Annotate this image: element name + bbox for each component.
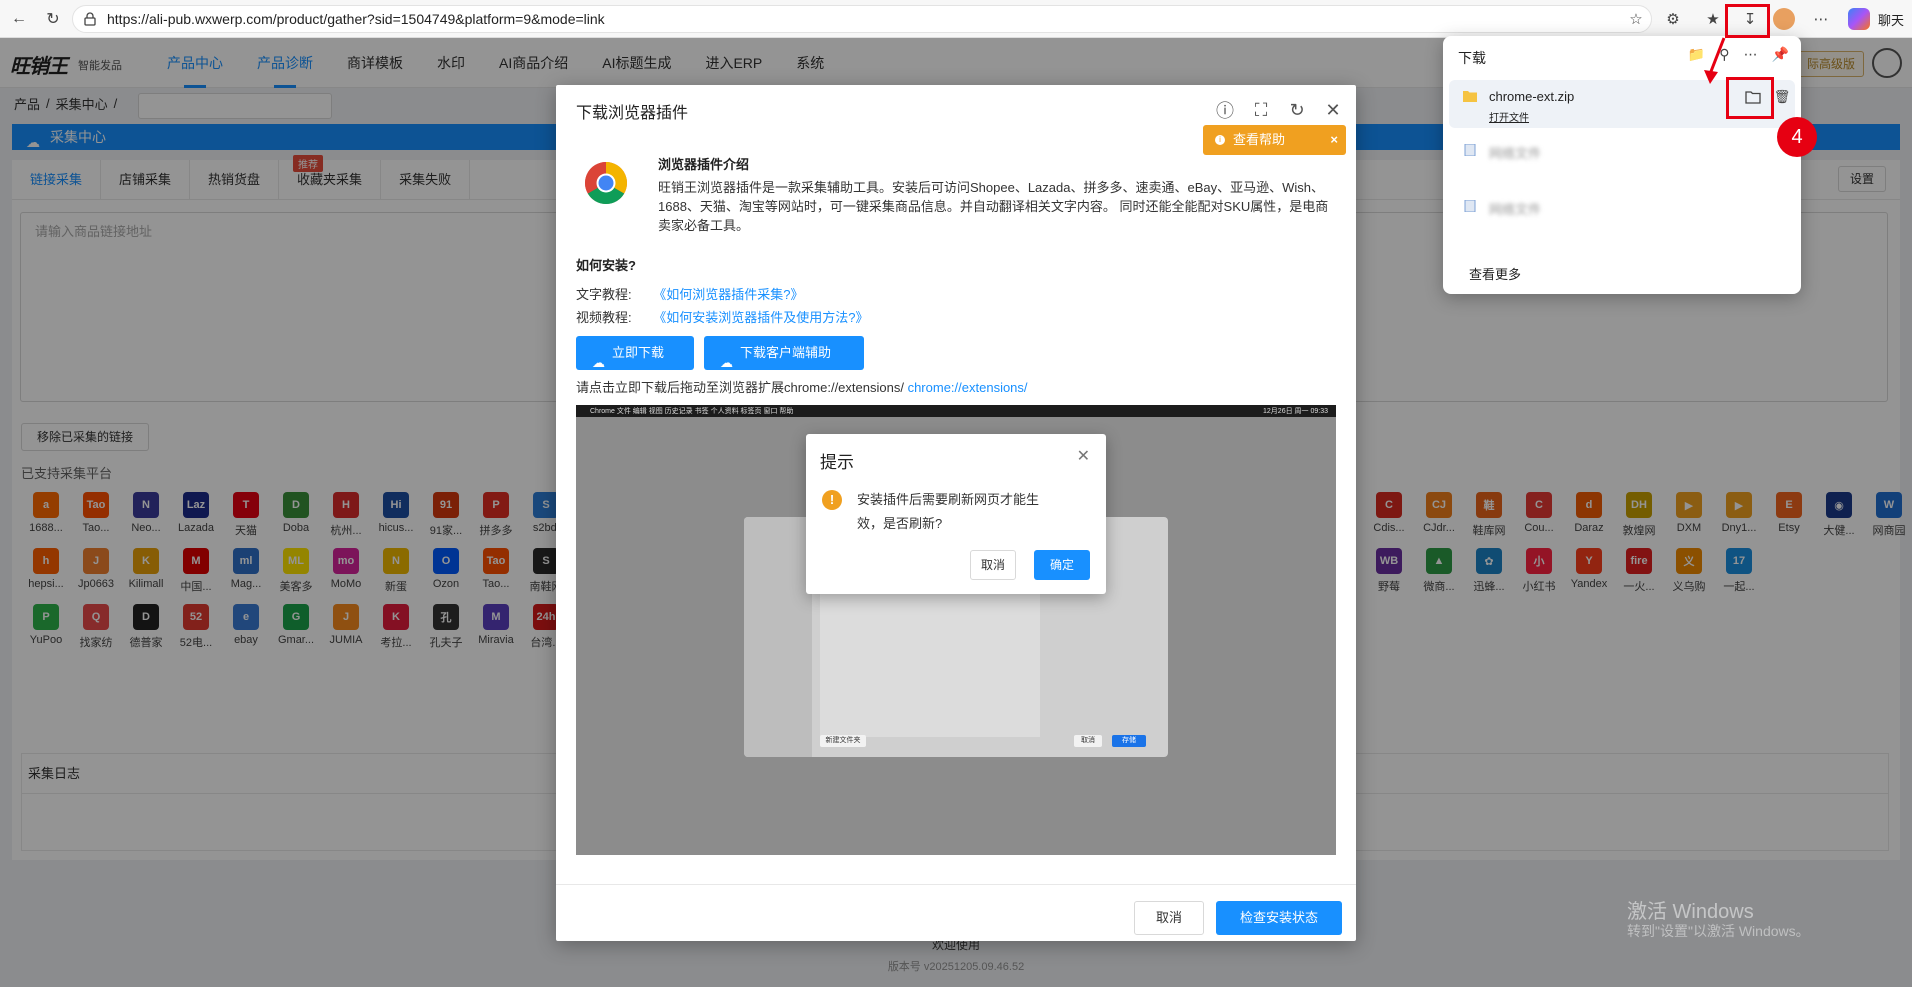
file-icon [1464,200,1476,212]
arrow-annotation-icon [1704,37,1726,84]
profile-icon[interactable] [1773,8,1795,30]
help-icon[interactable]: ⓘ [1212,97,1238,123]
copilot-icon[interactable] [1848,8,1870,30]
pin-icon[interactable]: 📌 [1772,46,1789,63]
video-tutorial-label: 视频教程: [576,310,632,325]
windows-watermark: 激活 Windows [1627,901,1754,923]
step-number-badge: 4 [1777,117,1817,157]
confirm-title: 提示 [820,453,854,472]
download-item[interactable]: 网络文件 [1449,134,1795,182]
info-icon: i [1215,135,1225,145]
windows-watermark-sub: 转到"设置"以激活 Windows。 [1627,923,1810,939]
download-now-button[interactable]: ☁ 立即下载 [576,336,694,370]
refresh-confirm-dialog: 提示 ✕ ! 安装插件后需要刷新网页才能生效，是否刷新? 取消 确定 [806,434,1106,594]
close-help-icon[interactable]: × [1330,125,1338,155]
download-client-button[interactable]: ☁ 下载客户端辅助 [704,336,864,370]
star-icon[interactable]: ☆ [1623,6,1649,32]
text-tutorial-link[interactable]: 《如何浏览器插件采集?》 [653,287,803,302]
cloud-download-icon: ☁ [592,355,605,370]
chat-label[interactable]: 聊天 [1874,6,1908,32]
confirm-cancel-button[interactable]: 取消 [970,550,1016,580]
folder-file-icon [1463,91,1477,102]
intro-text: 旺销王浏览器插件是一款采集辅助工具。安装后可访问Shopee、Lazada、拼多… [658,180,1329,233]
demo-menubar: Chrome 文件 编辑 视图 历史记录 书签 个人资料 标签页 窗口 帮助 1… [576,405,1336,417]
chrome-logo-icon [584,162,628,205]
download-item[interactable]: 网络文件 [1449,190,1795,238]
download-filename: 网络文件 [1489,146,1542,161]
cancel-button[interactable]: 取消 [1134,901,1204,935]
modal-title: 下载浏览器插件 [576,105,689,122]
demo-save: 存储 [1112,735,1146,747]
demo-sidebar [744,517,812,757]
downloads-title: 下载 [1458,50,1486,66]
highlight-folder-button [1726,77,1774,119]
demo-clock: 12月26日 周一 09:33 [1263,408,1328,415]
modal-toolbar: ⓘ ⛶ ↻ ✕ [1212,97,1346,123]
close-icon[interactable]: ✕ [1077,446,1090,466]
text-tutorial-row: 文字教程: 《如何浏览器插件采集?》 [576,284,803,303]
modal-footer: 取消 检查安装状态 [556,884,1356,941]
url-text: https://ali-pub.wxwerp.com/product/gathe… [107,11,605,27]
extension-hint: 请点击立即下载后拖动至浏览器扩展chrome://extensions/ chr… [576,377,1028,396]
extension-hint-text: 请点击立即下载后拖动至浏览器扩展chrome://extensions/ [576,380,904,395]
reload-icon[interactable]: ↻ [38,4,68,34]
intro-title: 浏览器插件介绍 [658,157,750,172]
view-help-button[interactable]: i 查看帮助 × [1203,125,1346,155]
refresh-icon[interactable]: ↻ [1284,97,1310,123]
demo-new-folder: 新建文件夹 [820,735,866,747]
video-tutorial-link[interactable]: 《如何安装浏览器插件及使用方法?》 [653,310,868,325]
highlight-download-button [1725,4,1770,38]
more-icon[interactable]: ⋯ [1808,6,1834,32]
view-more-link[interactable]: 查看更多 [1469,264,1521,283]
warning-icon: ! [822,490,842,510]
download-filename: 网络文件 [1489,202,1542,217]
close-icon[interactable]: ✕ [1320,97,1346,123]
howto-title: 如何安装? [576,258,636,273]
download-filename: chrome-ext.zip [1489,89,1575,104]
favorites-icon[interactable]: ★ [1700,6,1726,32]
check-install-button[interactable]: 检查安装状态 [1216,901,1342,935]
download-client-label: 下载客户端辅助 [740,345,832,360]
extension-link[interactable]: chrome://extensions/ [908,380,1028,395]
view-help-label: 查看帮助 [1233,132,1286,147]
file-icon [1464,144,1476,156]
extensions-icon[interactable]: ⚙ [1660,6,1686,32]
confirm-message: 安装插件后需要刷新网页才能生效，是否刷新? [857,492,1040,531]
cloud-download-icon: ☁ [720,355,733,370]
download-now-label: 立即下载 [612,345,665,360]
demo-menubar-text: Chrome 文件 编辑 视图 历史记录 书签 个人资料 标签页 窗口 帮助 [590,408,794,415]
video-tutorial-row: 视频教程: 《如何安装浏览器插件及使用方法?》 [576,307,868,326]
demo-cancel: 取消 [1074,735,1102,747]
more-icon[interactable]: ⋯ [1744,46,1758,63]
fullscreen-icon[interactable]: ⛶ [1248,97,1274,123]
footer-version: 版本号 v20251205.09.46.52 [887,961,1025,973]
back-icon[interactable]: ← [4,4,34,34]
confirm-ok-button[interactable]: 确定 [1034,550,1090,580]
open-file-link[interactable]: 打开文件 [1489,109,1529,124]
site-info-icon[interactable] [83,12,97,26]
text-tutorial-label: 文字教程: [576,287,632,302]
demo-file-list [820,587,1040,737]
downloads-panel: 下载 📁 ⚲ ⋯ 📌 chrome-ext.zip 打开文件 网络文件 网络文件… [1443,36,1801,294]
delete-icon[interactable]: 🗑 [1771,85,1793,109]
address-bar[interactable]: https://ali-pub.wxwerp.com/product/gathe… [72,5,1652,33]
